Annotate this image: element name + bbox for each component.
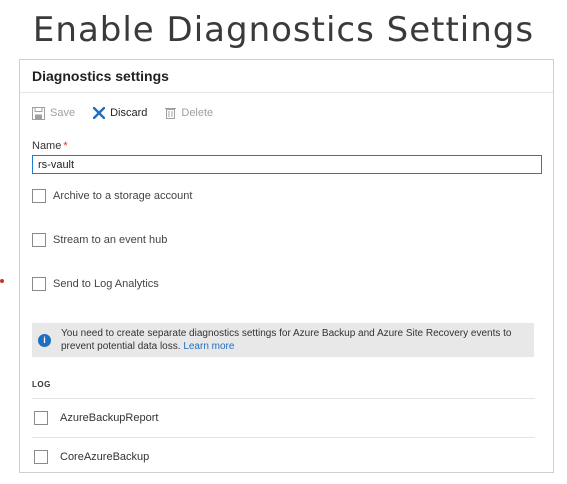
info-message: You need to create separate diagnostics … (61, 327, 534, 353)
save-icon (32, 106, 45, 120)
option-archive-storage[interactable]: Archive to a storage account (32, 189, 192, 203)
log-item-label: AzureBackupReport (60, 412, 159, 424)
diagnostics-settings-panel: Diagnostics settings Save Discard Delete… (19, 59, 554, 473)
save-label: Save (50, 107, 76, 119)
azurebackupreport-checkbox[interactable] (34, 411, 48, 425)
slide-title: Enable Diagnostics Settings (32, 10, 535, 50)
discard-label: Discard (110, 107, 148, 119)
learn-more-link[interactable]: Learn more (183, 341, 234, 352)
option-label: Stream to an event hub (53, 234, 168, 246)
log-item-label: CoreAzureBackup (60, 451, 150, 463)
save-button[interactable]: Save (32, 106, 76, 120)
discard-button[interactable]: Discard (93, 107, 147, 119)
option-stream-event-hub[interactable]: Stream to an event hub (32, 233, 167, 247)
info-banner: i You need to create separate diagnostic… (32, 323, 534, 357)
edge-mark (0, 279, 4, 283)
log-item-azurebackupreport[interactable]: AzureBackupReport (32, 398, 535, 437)
archive-checkbox[interactable] (32, 189, 46, 203)
panel-title: Diagnostics settings (20, 60, 553, 93)
name-field-label: Name * (32, 140, 68, 152)
name-input[interactable] (32, 155, 542, 174)
option-label: Archive to a storage account (53, 190, 193, 202)
event-hub-checkbox[interactable] (32, 233, 46, 247)
close-icon (93, 107, 106, 119)
log-item-coreazurebackup[interactable]: CoreAzureBackup (32, 437, 535, 472)
log-analytics-checkbox[interactable] (32, 277, 46, 291)
toolbar: Save Discard Delete (20, 93, 553, 133)
coreazurebackup-checkbox[interactable] (34, 450, 48, 464)
required-mark: * (63, 140, 68, 152)
option-log-analytics[interactable]: Send to Log Analytics (32, 277, 159, 291)
info-icon: i (38, 333, 51, 347)
option-label: Send to Log Analytics (53, 278, 159, 290)
info-message-text: You need to create separate diagnostics … (61, 328, 512, 352)
delete-button[interactable]: Delete (165, 107, 213, 119)
name-label-text: Name (32, 140, 62, 152)
delete-label: Delete (181, 107, 214, 119)
log-heading: LOG (32, 380, 51, 389)
trash-icon (165, 108, 177, 119)
